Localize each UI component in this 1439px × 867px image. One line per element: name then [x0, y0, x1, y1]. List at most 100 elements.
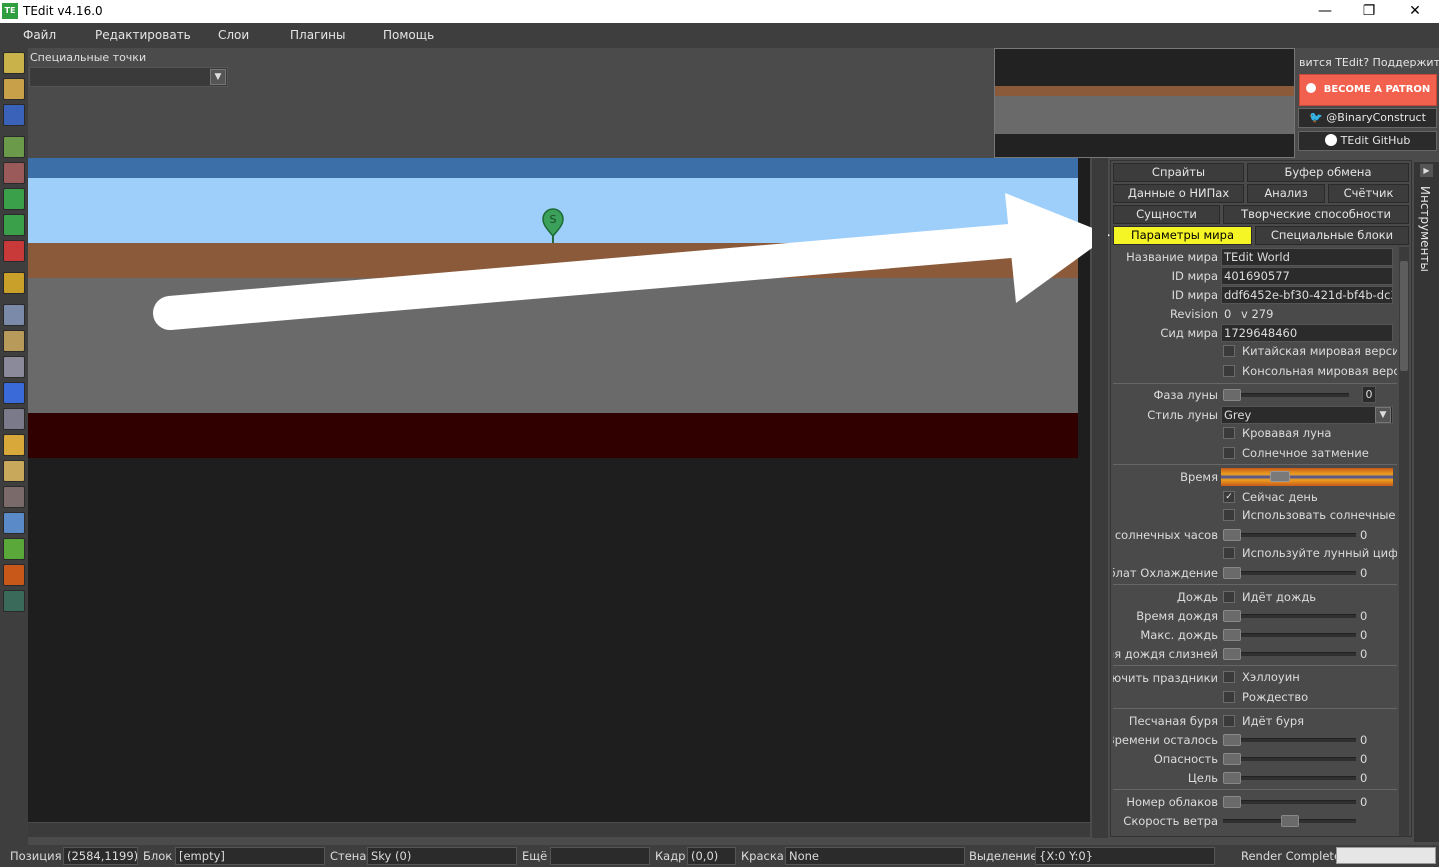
open-world-icon[interactable] — [3, 78, 25, 100]
hammer-tool-icon[interactable] — [3, 486, 25, 508]
special-points-dropdown[interactable]: ▼ — [29, 67, 228, 87]
slider-thumb[interactable] — [1223, 629, 1241, 641]
world-name-field[interactable]: TEdit World — [1221, 248, 1393, 266]
use-moondial-checkbox[interactable] — [1223, 547, 1235, 559]
close-button[interactable]: ✕ — [1392, 0, 1438, 23]
moon-style-dropdown[interactable]: Grey ▼ — [1221, 406, 1393, 424]
menu-layers[interactable]: Слои — [218, 28, 249, 42]
crop-icon[interactable] — [3, 272, 25, 294]
tab-creative-powers[interactable]: Творческие способности — [1223, 205, 1409, 224]
moon-phase-value[interactable]: 0 — [1362, 386, 1376, 403]
day-checkbox[interactable]: ✓ — [1223, 491, 1235, 503]
chevron-down-icon[interactable]: ▼ — [210, 69, 226, 85]
status-bar: Позиция (2584,1199) Блок [empty] Стена S… — [0, 845, 1439, 867]
save-world-icon[interactable] — [3, 104, 25, 126]
tab-world-properties[interactable]: Параметры мира — [1113, 226, 1252, 245]
panel-scrollbar[interactable] — [1399, 247, 1409, 836]
arrow-tool-icon[interactable] — [3, 356, 25, 378]
become-patron-button[interactable]: BECOME A PATRON — [1299, 74, 1437, 106]
eclipse-checkbox[interactable] — [1223, 447, 1235, 459]
brush-tool-icon[interactable] — [3, 460, 25, 482]
moondial-value: 0 — [1360, 566, 1368, 580]
minimap-preview[interactable] — [994, 48, 1295, 158]
redo-icon[interactable] — [3, 214, 25, 236]
picker-tool-icon[interactable] — [3, 408, 25, 430]
rain-time-slider[interactable] — [1223, 610, 1356, 622]
paste-icon[interactable] — [3, 330, 25, 352]
scrollbar-thumb[interactable] — [1400, 261, 1408, 371]
tools-side-tab[interactable]: ▶ Инструменты — [1414, 162, 1439, 842]
console-version-checkbox[interactable] — [1223, 365, 1235, 377]
chinese-version-checkbox[interactable] — [1223, 345, 1235, 357]
moon-phase-slider[interactable] — [1223, 389, 1349, 401]
tab-sprites[interactable]: Спрайты — [1113, 163, 1244, 182]
morph-tool-icon[interactable] — [3, 590, 25, 612]
sandstorm-checkbox[interactable] — [1223, 715, 1235, 727]
tab-clipboard[interactable]: Буфер обмена — [1247, 163, 1409, 182]
pencil-tool-icon[interactable] — [3, 434, 25, 456]
selection-tool-icon[interactable] — [3, 382, 25, 404]
halloween-checkbox[interactable] — [1223, 671, 1235, 683]
menu-plugins[interactable]: Плагины — [290, 28, 345, 42]
sprite-tool-icon[interactable] — [3, 538, 25, 560]
slider-thumb[interactable] — [1281, 815, 1299, 827]
christmas-checkbox[interactable] — [1223, 691, 1235, 703]
world-canvas[interactable]: S — [28, 158, 1090, 822]
use-sundial-checkbox[interactable] — [1223, 509, 1235, 521]
tab-analysis[interactable]: Анализ — [1247, 184, 1325, 203]
slider-thumb[interactable] — [1223, 610, 1241, 622]
chevron-right-icon[interactable]: ▶ — [1420, 164, 1433, 177]
slider-thumb[interactable] — [1223, 753, 1241, 765]
slime-rain-slider[interactable] — [1223, 648, 1356, 660]
menu-help[interactable]: Помощь — [383, 28, 434, 42]
slider-thumb[interactable] — [1223, 772, 1241, 784]
world-seed-field[interactable]: 1729648460 — [1221, 324, 1393, 342]
copy-icon[interactable] — [3, 304, 25, 326]
menu-edit[interactable]: Редактировать — [95, 28, 191, 42]
zoom-out-icon[interactable] — [3, 162, 25, 184]
world-id-field[interactable]: 401690577 — [1221, 267, 1393, 285]
canvas-horizontal-scrollbar[interactable] — [28, 823, 1090, 837]
delete-icon[interactable] — [3, 240, 25, 262]
sundial-slider[interactable] — [1223, 529, 1356, 541]
clouds-slider[interactable] — [1223, 796, 1356, 808]
severity-slider[interactable] — [1223, 753, 1356, 765]
new-world-icon[interactable] — [3, 52, 25, 74]
maximize-button[interactable]: ❐ — [1346, 0, 1392, 23]
menu-file[interactable]: Файл — [23, 28, 56, 42]
world-guid-field[interactable]: ddf6452e-bf30-421d-bf4b-dc3a — [1221, 286, 1393, 304]
raining-checkbox[interactable] — [1223, 591, 1235, 603]
chevron-down-icon[interactable]: ▼ — [1375, 407, 1391, 423]
moondial-slider[interactable] — [1223, 567, 1356, 579]
zoom-in-icon[interactable] — [3, 136, 25, 158]
spawn-point-icon[interactable]: S — [542, 208, 564, 244]
target-slider[interactable] — [1223, 772, 1356, 784]
slider-thumb[interactable] — [1223, 734, 1241, 746]
slider-thumb[interactable] — [1223, 567, 1241, 579]
point-tool-icon[interactable] — [3, 564, 25, 586]
tab-entities[interactable]: Сущности — [1113, 205, 1220, 224]
tab-special-blocks[interactable]: Специальные блоки — [1255, 226, 1409, 245]
slider-thumb[interactable] — [1223, 796, 1241, 808]
raining-label: Идёт дождь — [1242, 590, 1317, 604]
github-button[interactable]: TEdit GitHub — [1298, 131, 1437, 151]
minimize-button[interactable]: — — [1302, 0, 1348, 23]
fill-tool-icon[interactable] — [3, 512, 25, 534]
wind-speed-slider[interactable] — [1223, 815, 1356, 827]
slider-thumb[interactable] — [1223, 648, 1241, 660]
canvas-vertical-scrollbar[interactable] — [1092, 158, 1108, 838]
tab-npc-data[interactable]: Данные о НИПах — [1113, 184, 1244, 203]
undo-icon[interactable] — [3, 188, 25, 210]
twitter-button[interactable]: 🐦 @BinaryConstruct — [1298, 108, 1437, 128]
position-value: (2584,1199) — [63, 847, 138, 865]
slider-thumb[interactable] — [1223, 389, 1241, 401]
time-slider[interactable] — [1221, 468, 1393, 486]
slider-thumb[interactable] — [1223, 529, 1241, 541]
blood-moon-checkbox[interactable] — [1223, 427, 1235, 439]
sandstorm-time-slider[interactable] — [1223, 734, 1356, 746]
slime-rain-value: 0 — [1360, 647, 1368, 661]
tools-tab-label: Инструменты — [1418, 186, 1432, 272]
max-rain-slider[interactable] — [1223, 629, 1356, 641]
slider-thumb[interactable] — [1270, 471, 1290, 482]
tab-counter[interactable]: Счётчик — [1328, 184, 1409, 203]
